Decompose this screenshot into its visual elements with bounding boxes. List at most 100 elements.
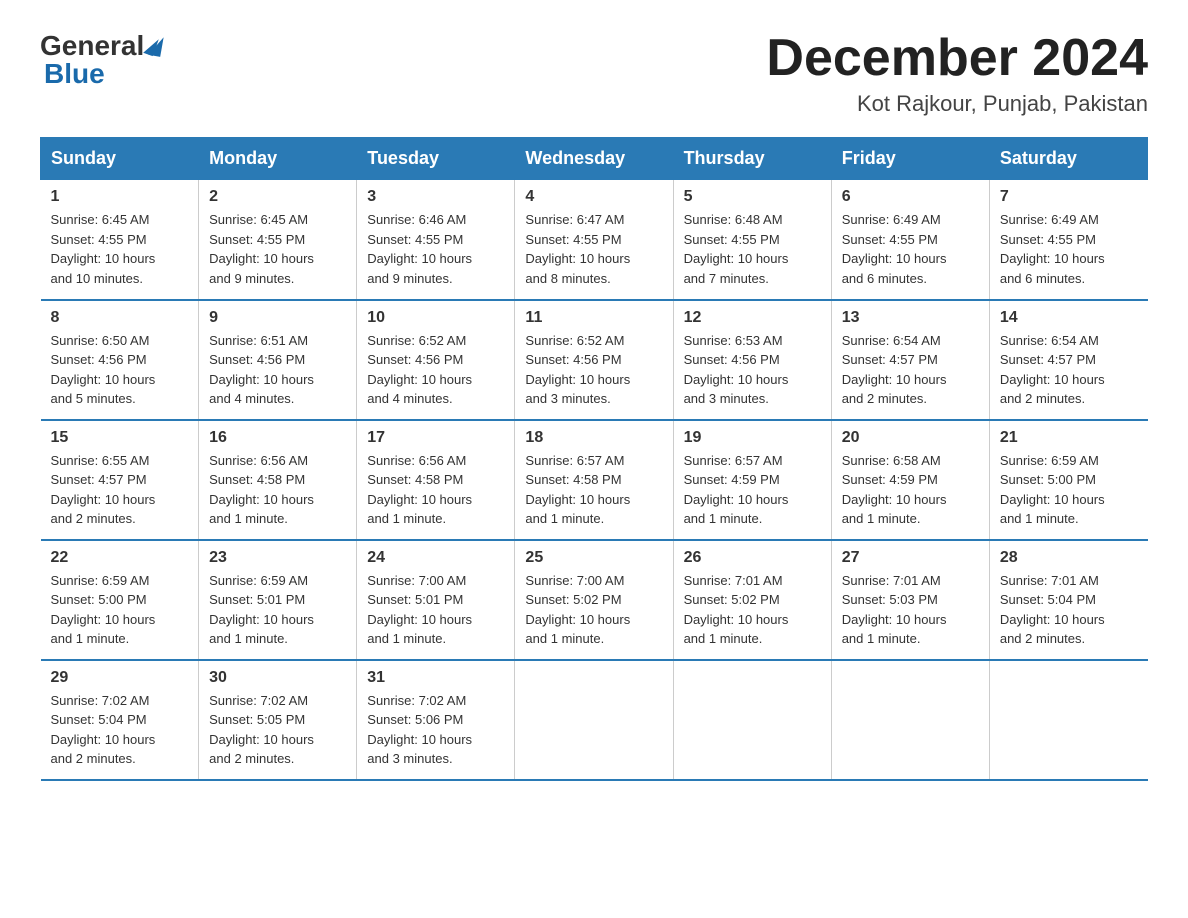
table-row: 4 Sunrise: 6:47 AMSunset: 4:55 PMDayligh… <box>515 180 673 300</box>
day-number: 24 <box>367 549 504 567</box>
day-info: Sunrise: 6:58 AMSunset: 4:59 PMDaylight:… <box>842 453 947 527</box>
table-row: 21 Sunrise: 6:59 AMSunset: 5:00 PMDaylig… <box>989 420 1147 540</box>
day-number: 7 <box>1000 188 1138 206</box>
day-number: 11 <box>525 309 662 327</box>
day-number: 22 <box>51 549 189 567</box>
table-row: 22 Sunrise: 6:59 AMSunset: 5:00 PMDaylig… <box>41 540 199 660</box>
table-row: 28 Sunrise: 7:01 AMSunset: 5:04 PMDaylig… <box>989 540 1147 660</box>
table-row: 15 Sunrise: 6:55 AMSunset: 4:57 PMDaylig… <box>41 420 199 540</box>
day-number: 2 <box>209 188 346 206</box>
table-row: 16 Sunrise: 6:56 AMSunset: 4:58 PMDaylig… <box>199 420 357 540</box>
day-info: Sunrise: 7:01 AMSunset: 5:04 PMDaylight:… <box>1000 573 1105 647</box>
logo: General Blue <box>40 30 162 90</box>
day-info: Sunrise: 6:55 AMSunset: 4:57 PMDaylight:… <box>51 453 156 527</box>
subtitle: Kot Rajkour, Punjab, Pakistan <box>766 91 1148 117</box>
day-info: Sunrise: 6:54 AMSunset: 4:57 PMDaylight:… <box>842 333 947 407</box>
title-area: December 2024 Kot Rajkour, Punjab, Pakis… <box>766 30 1148 117</box>
day-number: 23 <box>209 549 346 567</box>
day-info: Sunrise: 6:57 AMSunset: 4:58 PMDaylight:… <box>525 453 630 527</box>
day-number: 28 <box>1000 549 1138 567</box>
day-info: Sunrise: 6:45 AMSunset: 4:55 PMDaylight:… <box>51 212 156 286</box>
day-info: Sunrise: 6:46 AMSunset: 4:55 PMDaylight:… <box>367 212 472 286</box>
day-number: 6 <box>842 188 979 206</box>
table-row: 19 Sunrise: 6:57 AMSunset: 4:59 PMDaylig… <box>673 420 831 540</box>
day-info: Sunrise: 6:47 AMSunset: 4:55 PMDaylight:… <box>525 212 630 286</box>
day-number: 21 <box>1000 429 1138 447</box>
day-number: 25 <box>525 549 662 567</box>
page-header: General Blue December 2024 Kot Rajkour, … <box>40 30 1148 117</box>
day-number: 8 <box>51 309 189 327</box>
table-row: 18 Sunrise: 6:57 AMSunset: 4:58 PMDaylig… <box>515 420 673 540</box>
day-number: 29 <box>51 669 189 687</box>
day-info: Sunrise: 6:52 AMSunset: 4:56 PMDaylight:… <box>525 333 630 407</box>
day-number: 13 <box>842 309 979 327</box>
day-number: 3 <box>367 188 504 206</box>
table-row: 6 Sunrise: 6:49 AMSunset: 4:55 PMDayligh… <box>831 180 989 300</box>
day-number: 18 <box>525 429 662 447</box>
table-row: 11 Sunrise: 6:52 AMSunset: 4:56 PMDaylig… <box>515 300 673 420</box>
day-number: 10 <box>367 309 504 327</box>
col-tuesday: Tuesday <box>357 138 515 180</box>
day-info: Sunrise: 6:49 AMSunset: 4:55 PMDaylight:… <box>1000 212 1105 286</box>
day-info: Sunrise: 6:48 AMSunset: 4:55 PMDaylight:… <box>684 212 789 286</box>
day-info: Sunrise: 6:56 AMSunset: 4:58 PMDaylight:… <box>367 453 472 527</box>
day-info: Sunrise: 6:59 AMSunset: 5:00 PMDaylight:… <box>51 573 156 647</box>
day-number: 5 <box>684 188 821 206</box>
calendar-week-row: 22 Sunrise: 6:59 AMSunset: 5:00 PMDaylig… <box>41 540 1148 660</box>
col-monday: Monday <box>199 138 357 180</box>
table-row: 13 Sunrise: 6:54 AMSunset: 4:57 PMDaylig… <box>831 300 989 420</box>
day-info: Sunrise: 6:45 AMSunset: 4:55 PMDaylight:… <box>209 212 314 286</box>
day-info: Sunrise: 7:00 AMSunset: 5:02 PMDaylight:… <box>525 573 630 647</box>
day-number: 17 <box>367 429 504 447</box>
table-row: 14 Sunrise: 6:54 AMSunset: 4:57 PMDaylig… <box>989 300 1147 420</box>
day-number: 20 <box>842 429 979 447</box>
day-number: 26 <box>684 549 821 567</box>
col-sunday: Sunday <box>41 138 199 180</box>
day-number: 4 <box>525 188 662 206</box>
calendar-week-row: 29 Sunrise: 7:02 AMSunset: 5:04 PMDaylig… <box>41 660 1148 780</box>
day-info: Sunrise: 6:50 AMSunset: 4:56 PMDaylight:… <box>51 333 156 407</box>
day-info: Sunrise: 7:01 AMSunset: 5:03 PMDaylight:… <box>842 573 947 647</box>
day-info: Sunrise: 7:02 AMSunset: 5:05 PMDaylight:… <box>209 693 314 767</box>
main-title: December 2024 <box>766 30 1148 87</box>
day-number: 15 <box>51 429 189 447</box>
table-row: 29 Sunrise: 7:02 AMSunset: 5:04 PMDaylig… <box>41 660 199 780</box>
calendar-week-row: 1 Sunrise: 6:45 AMSunset: 4:55 PMDayligh… <box>41 180 1148 300</box>
table-row: 12 Sunrise: 6:53 AMSunset: 4:56 PMDaylig… <box>673 300 831 420</box>
table-row: 8 Sunrise: 6:50 AMSunset: 4:56 PMDayligh… <box>41 300 199 420</box>
table-row <box>831 660 989 780</box>
day-number: 12 <box>684 309 821 327</box>
table-row: 2 Sunrise: 6:45 AMSunset: 4:55 PMDayligh… <box>199 180 357 300</box>
day-info: Sunrise: 7:00 AMSunset: 5:01 PMDaylight:… <box>367 573 472 647</box>
day-info: Sunrise: 7:01 AMSunset: 5:02 PMDaylight:… <box>684 573 789 647</box>
day-number: 9 <box>209 309 346 327</box>
day-info: Sunrise: 6:54 AMSunset: 4:57 PMDaylight:… <box>1000 333 1105 407</box>
day-number: 14 <box>1000 309 1138 327</box>
day-info: Sunrise: 6:59 AMSunset: 5:01 PMDaylight:… <box>209 573 314 647</box>
day-number: 19 <box>684 429 821 447</box>
day-number: 27 <box>842 549 979 567</box>
table-row: 10 Sunrise: 6:52 AMSunset: 4:56 PMDaylig… <box>357 300 515 420</box>
col-thursday: Thursday <box>673 138 831 180</box>
table-row: 20 Sunrise: 6:58 AMSunset: 4:59 PMDaylig… <box>831 420 989 540</box>
day-info: Sunrise: 7:02 AMSunset: 5:06 PMDaylight:… <box>367 693 472 767</box>
calendar-table: Sunday Monday Tuesday Wednesday Thursday… <box>40 137 1148 781</box>
calendar-header-row: Sunday Monday Tuesday Wednesday Thursday… <box>41 138 1148 180</box>
day-number: 31 <box>367 669 504 687</box>
day-info: Sunrise: 6:56 AMSunset: 4:58 PMDaylight:… <box>209 453 314 527</box>
day-info: Sunrise: 6:53 AMSunset: 4:56 PMDaylight:… <box>684 333 789 407</box>
table-row: 26 Sunrise: 7:01 AMSunset: 5:02 PMDaylig… <box>673 540 831 660</box>
table-row: 1 Sunrise: 6:45 AMSunset: 4:55 PMDayligh… <box>41 180 199 300</box>
col-saturday: Saturday <box>989 138 1147 180</box>
day-info: Sunrise: 6:51 AMSunset: 4:56 PMDaylight:… <box>209 333 314 407</box>
calendar-week-row: 15 Sunrise: 6:55 AMSunset: 4:57 PMDaylig… <box>41 420 1148 540</box>
logo-blue-text: Blue <box>40 58 105 90</box>
table-row: 7 Sunrise: 6:49 AMSunset: 4:55 PMDayligh… <box>989 180 1147 300</box>
col-wednesday: Wednesday <box>515 138 673 180</box>
table-row <box>673 660 831 780</box>
day-info: Sunrise: 6:59 AMSunset: 5:00 PMDaylight:… <box>1000 453 1105 527</box>
day-info: Sunrise: 7:02 AMSunset: 5:04 PMDaylight:… <box>51 693 156 767</box>
table-row: 5 Sunrise: 6:48 AMSunset: 4:55 PMDayligh… <box>673 180 831 300</box>
table-row <box>989 660 1147 780</box>
table-row: 23 Sunrise: 6:59 AMSunset: 5:01 PMDaylig… <box>199 540 357 660</box>
